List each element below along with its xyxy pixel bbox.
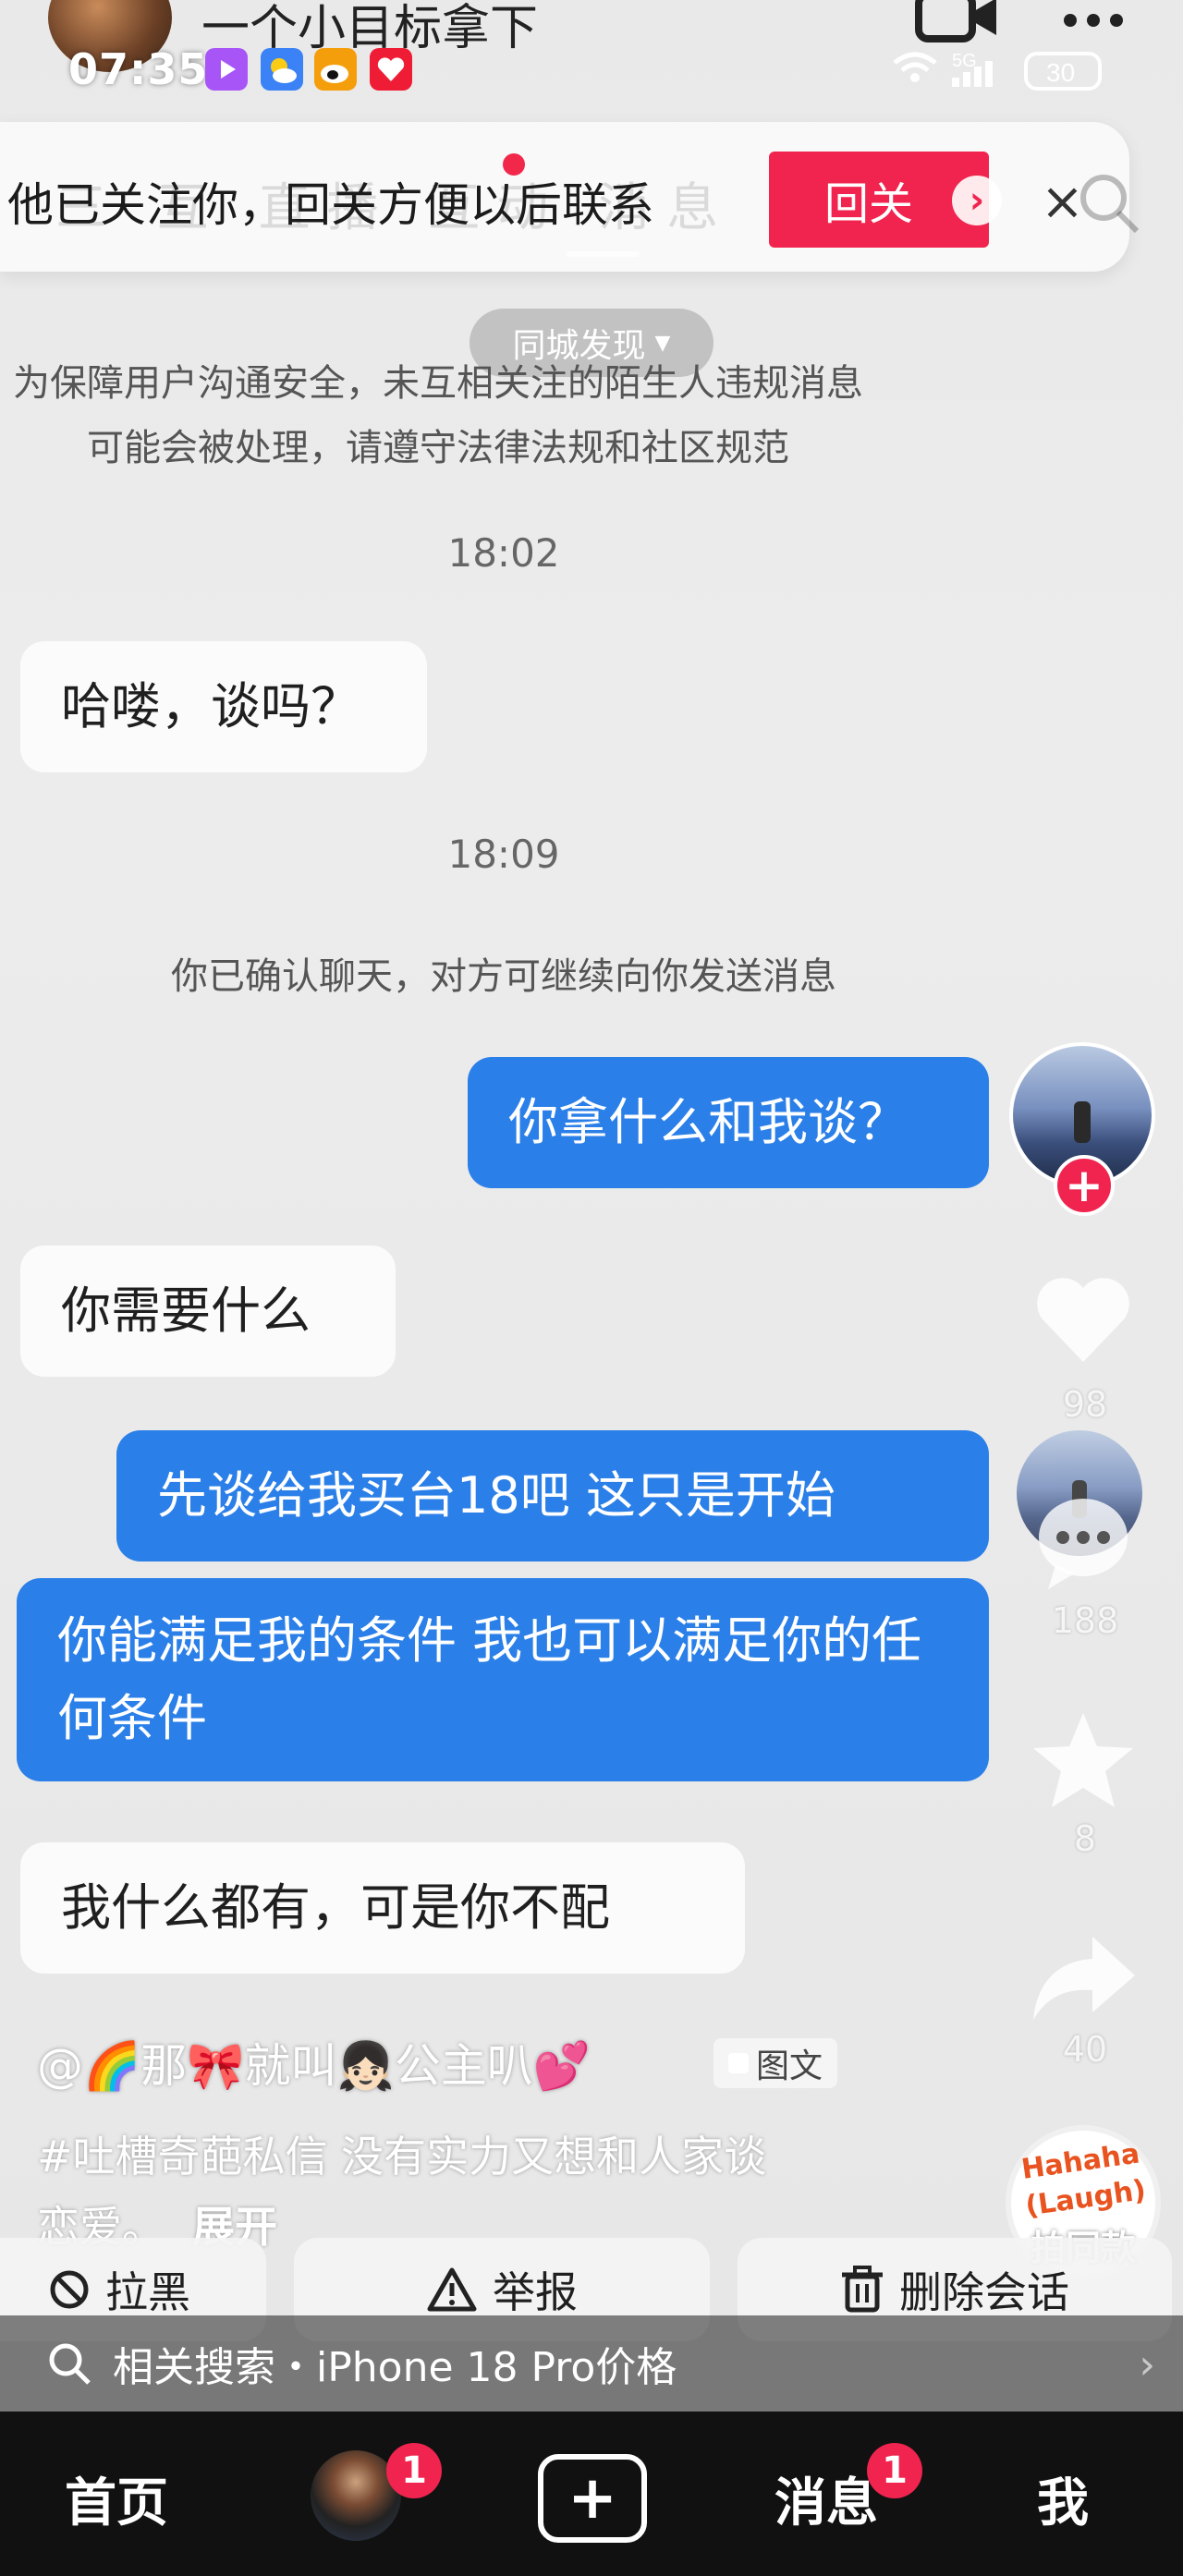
more-dots-icon[interactable]	[1061, 2, 1126, 39]
share-icon[interactable]	[1028, 1924, 1139, 2035]
status-indicators: 5G 30	[893, 51, 1102, 91]
message-bubble-outgoing[interactable]: 你拿什么和我谈？	[468, 1057, 989, 1188]
safety-notice: 为保障用户沟通安全，未互相关注的陌生人违规消息可能会被处理，请遵守法律法规和社区…	[13, 362, 863, 469]
follow-back-label: 回关	[824, 178, 914, 230]
banner-text: 他已关注你，回关方便以后联系	[7, 178, 654, 232]
related-search-bar[interactable]: 相关搜索・iPhone 18 Pro价格 ›	[0, 2315, 1183, 2412]
like-count: 98	[1062, 1384, 1108, 1425]
tab-underline	[566, 251, 640, 257]
comment-count: 188	[1051, 1600, 1119, 1641]
message-bubble-incoming[interactable]: 你需要什么	[20, 1245, 396, 1377]
timestamp: 18:02	[447, 530, 560, 576]
image-icon	[728, 2053, 749, 2073]
block-icon	[50, 2270, 89, 2309]
create-post-button[interactable]: +	[538, 2454, 647, 2543]
caption-text: #吐槽奇葩私信 没有实力又想和人家谈	[37, 2132, 767, 2181]
favorite-count: 8	[1073, 1818, 1097, 1859]
system-message: 你已确认聊天，对方可继续向你发送消息	[171, 955, 836, 998]
search-icon[interactable]	[1072, 166, 1146, 240]
friends-badge: 1	[386, 2443, 442, 2498]
message-bubble-incoming[interactable]: 我什么都有，可是你不配	[20, 1842, 745, 1974]
weather-app-icon	[261, 48, 303, 91]
nav-me[interactable]: 我	[1037, 2461, 1089, 2536]
delete-label: 删除会话	[899, 2267, 1069, 2317]
notification-dot	[503, 153, 525, 176]
messages-badge: 1	[867, 2443, 922, 2498]
nav-messages[interactable]: 消息	[774, 2461, 878, 2536]
heart-icon[interactable]	[1028, 1266, 1139, 1377]
block-label: 拉黑	[105, 2267, 190, 2317]
comment-icon[interactable]	[1028, 1486, 1139, 1597]
chevron-right-icon: ›	[1139, 2341, 1155, 2388]
battery-label: 30	[1046, 58, 1075, 87]
sticker-text: Hahaha (Laugh)	[1019, 2137, 1148, 2223]
share-count: 40	[1062, 2029, 1108, 2070]
trash-icon	[842, 2266, 883, 2313]
post-type-label: 图文	[756, 2047, 823, 2085]
follow-plus-icon[interactable]: +	[1054, 1155, 1115, 1216]
nav-home[interactable]: 首页	[65, 2461, 168, 2536]
warning-icon	[427, 2267, 477, 2312]
status-time: 07:35	[68, 44, 209, 94]
message-bubble-incoming[interactable]: 哈喽，谈吗？	[20, 641, 427, 772]
report-label: 举报	[493, 2267, 578, 2317]
star-icon[interactable]	[1028, 1706, 1139, 1817]
video-camera-icon[interactable]	[915, 0, 1000, 46]
search-icon	[49, 2343, 91, 2385]
message-bubble-outgoing[interactable]: 你能满足我的条件 我也可以满足你的任何条件	[17, 1578, 989, 1781]
author-name[interactable]: @🌈那🎀就叫👧🏻公主叭💕	[37, 2029, 591, 2096]
network-label: 5G	[952, 51, 977, 71]
related-search-text: 相关搜索・iPhone 18 Pro价格	[113, 2344, 677, 2391]
chevron-right-icon[interactable]: ›	[952, 176, 1002, 225]
timestamp: 18:09	[447, 832, 560, 877]
video-app-icon	[205, 48, 248, 91]
post-type-tag: 图文	[713, 2038, 838, 2088]
weibo-icon	[314, 48, 357, 91]
taobao-icon	[370, 48, 412, 91]
message-bubble-outgoing[interactable]: 先谈给我买台18吧 这只是开始	[116, 1430, 989, 1561]
